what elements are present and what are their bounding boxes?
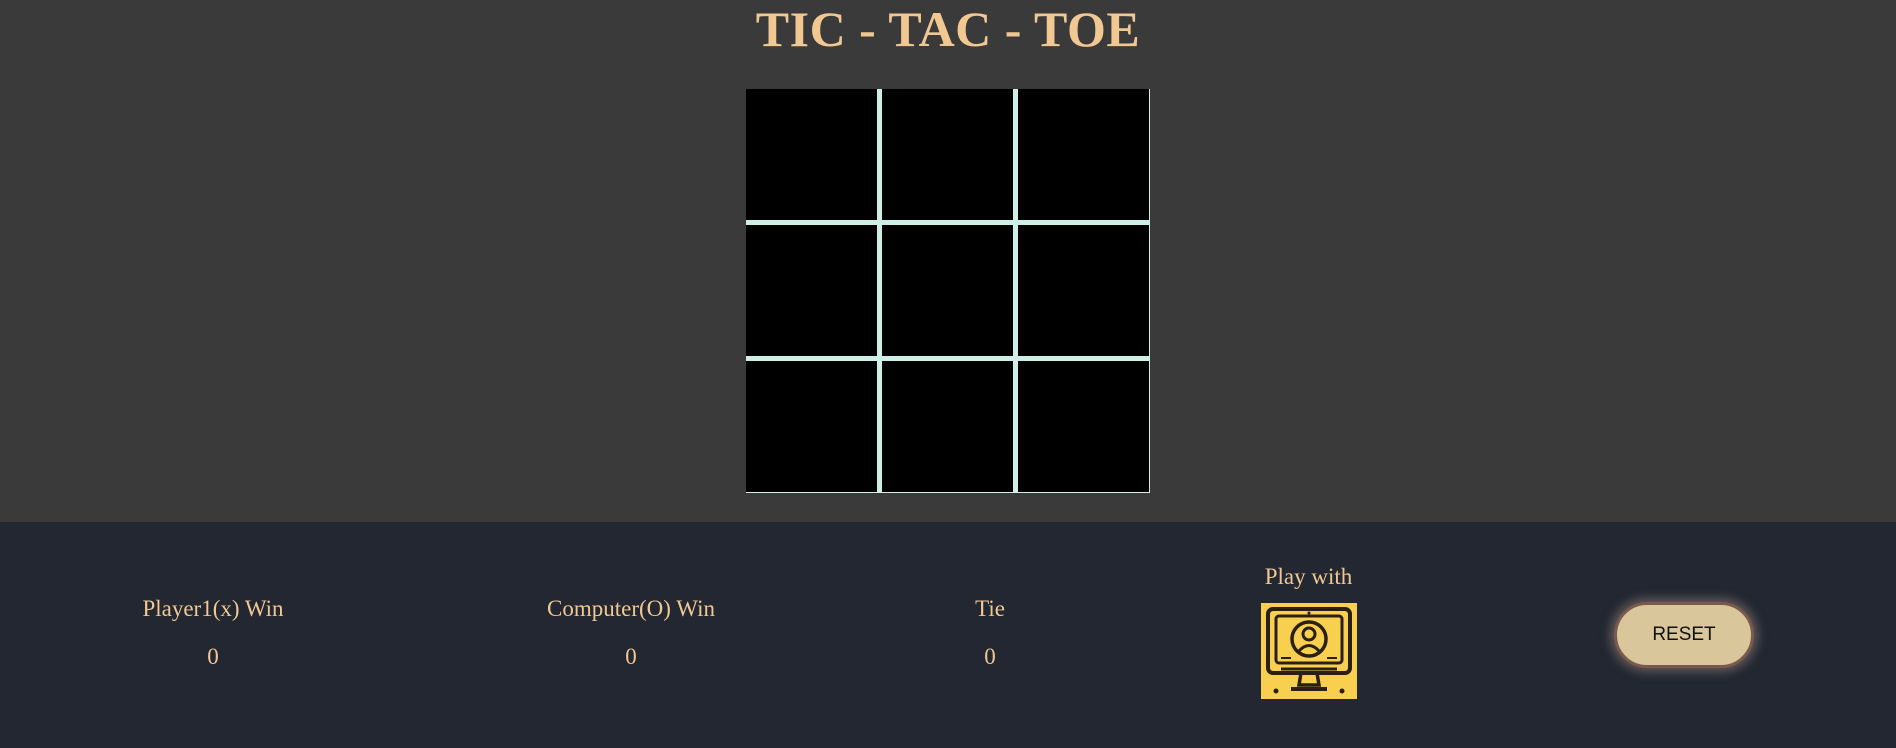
play-with-label: Play with [1264, 564, 1353, 589]
board-cell-2[interactable] [882, 89, 1013, 220]
page-title: TIC - TAC - TOE [755, 1, 1141, 57]
board-cell-3[interactable] [1018, 89, 1149, 220]
computer-score-label: Computer(O) Win [547, 596, 715, 621]
computer-score-value: 0 [625, 644, 637, 669]
player1-score-value: 0 [207, 644, 219, 669]
play-mode-toggle-button[interactable] [1261, 603, 1357, 699]
game-area: TIC - TAC - TOE [0, 0, 1896, 522]
board-cell-6[interactable] [1018, 225, 1149, 356]
board-cell-1[interactable] [746, 89, 877, 220]
reset-button[interactable]: RESET [1614, 602, 1754, 668]
board-cell-8[interactable] [882, 361, 1013, 492]
board-cell-7[interactable] [746, 361, 877, 492]
board-cell-4[interactable] [746, 225, 877, 356]
scoreboard: Player1(x) Win 0 Computer(O) Win 0 Tie 0… [0, 522, 1896, 748]
tie-score-label: Tie [975, 596, 1005, 621]
board-cell-9[interactable] [1018, 361, 1149, 492]
player1-score-label: Player1(x) Win [142, 596, 284, 621]
computer-user-icon [1266, 607, 1352, 694]
game-board [746, 89, 1150, 493]
computer-score: Computer(O) Win 0 [520, 594, 742, 672]
tie-score: Tie 0 [940, 594, 1040, 672]
player1-score: Player1(x) Win 0 [113, 594, 313, 672]
tie-score-value: 0 [984, 644, 996, 669]
board-cell-5[interactable] [882, 225, 1013, 356]
